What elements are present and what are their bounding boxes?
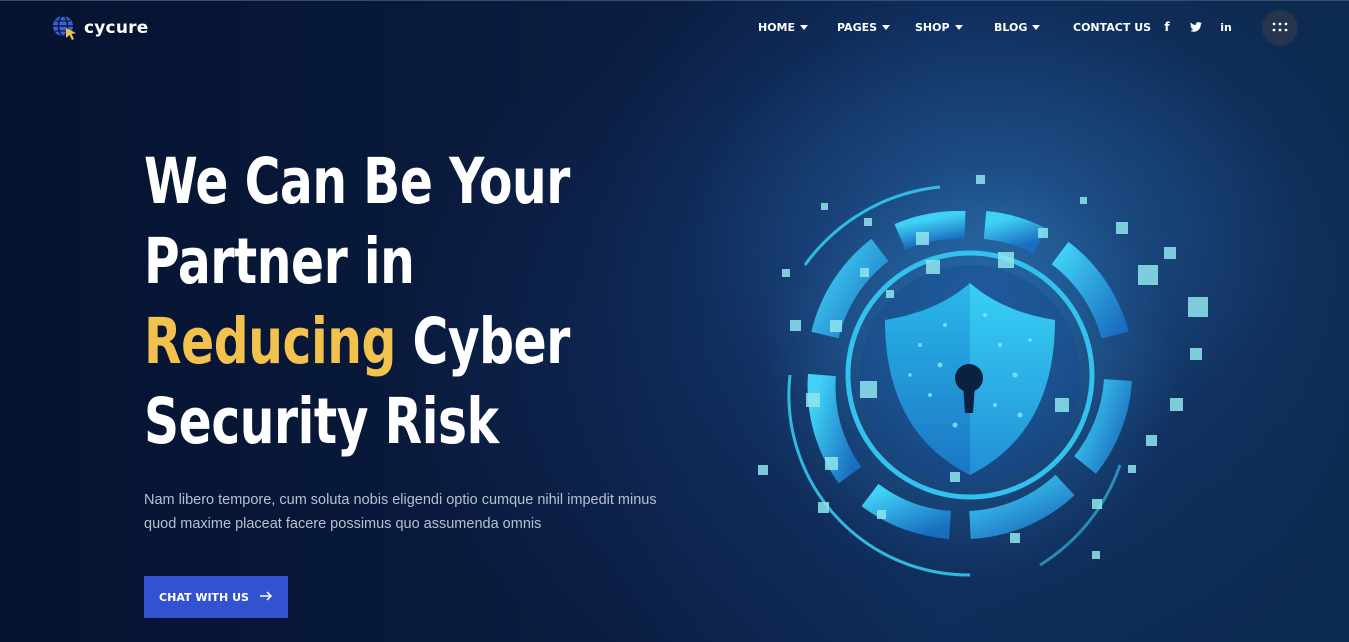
top-border bbox=[0, 0, 1349, 1]
brand-name: cycure bbox=[84, 18, 149, 38]
description-line: Nam libero tempore, cum soluta nobis eli… bbox=[144, 492, 657, 508]
nav-label: BLOG bbox=[994, 21, 1028, 34]
nav-item-home[interactable]: HOME bbox=[758, 21, 809, 34]
brand-logo[interactable]: cycure bbox=[52, 15, 148, 41]
linkedin-icon[interactable]: in bbox=[1217, 19, 1235, 35]
chevron-down-icon bbox=[954, 25, 963, 30]
chevron-down-icon bbox=[800, 25, 809, 30]
nav-label: CONTACT US bbox=[1073, 21, 1152, 34]
nav-item-pages[interactable]: PAGES bbox=[837, 21, 891, 34]
nav-item-shop[interactable]: SHOP bbox=[915, 21, 963, 34]
cta-label: CHAT WITH US bbox=[159, 590, 249, 604]
nav-label: HOME bbox=[758, 21, 796, 34]
shield-lock-illustration bbox=[740, 165, 1220, 615]
headline-line: Reducing Cyber bbox=[144, 302, 626, 382]
grid-dots-icon bbox=[1272, 19, 1288, 37]
chat-with-us-button[interactable]: CHAT WITH US bbox=[144, 576, 288, 618]
arrow-right-icon bbox=[259, 590, 273, 604]
shield-lock-icon bbox=[758, 165, 1208, 585]
chevron-down-icon bbox=[1032, 25, 1041, 30]
headline-line: We Can Be Your bbox=[144, 145, 570, 218]
headline-text: Cyber bbox=[395, 305, 570, 378]
nav-label: SHOP bbox=[915, 21, 950, 34]
menu-button[interactable] bbox=[1262, 10, 1298, 46]
headline-line: Security Risk bbox=[144, 385, 499, 458]
hero-description: Nam libero tempore, cum soluta nobis eli… bbox=[144, 488, 684, 536]
chevron-down-icon bbox=[882, 25, 891, 30]
nav-item-contact[interactable]: CONTACT US bbox=[1073, 21, 1151, 34]
globe-cursor-icon bbox=[52, 15, 78, 41]
description-line: quod maxime placeat facere possimus quo … bbox=[144, 516, 542, 532]
nav-label: PAGES bbox=[837, 21, 878, 34]
facebook-icon[interactable]: f bbox=[1160, 19, 1174, 35]
hero-headline: We Can Be Your Partner in Reducing Cyber… bbox=[144, 142, 704, 462]
nav-item-blog[interactable]: BLOG bbox=[994, 21, 1041, 34]
headline-line: Partner in bbox=[144, 225, 415, 298]
twitter-icon[interactable] bbox=[1189, 19, 1203, 35]
headline-accent: Reducing bbox=[144, 305, 396, 378]
